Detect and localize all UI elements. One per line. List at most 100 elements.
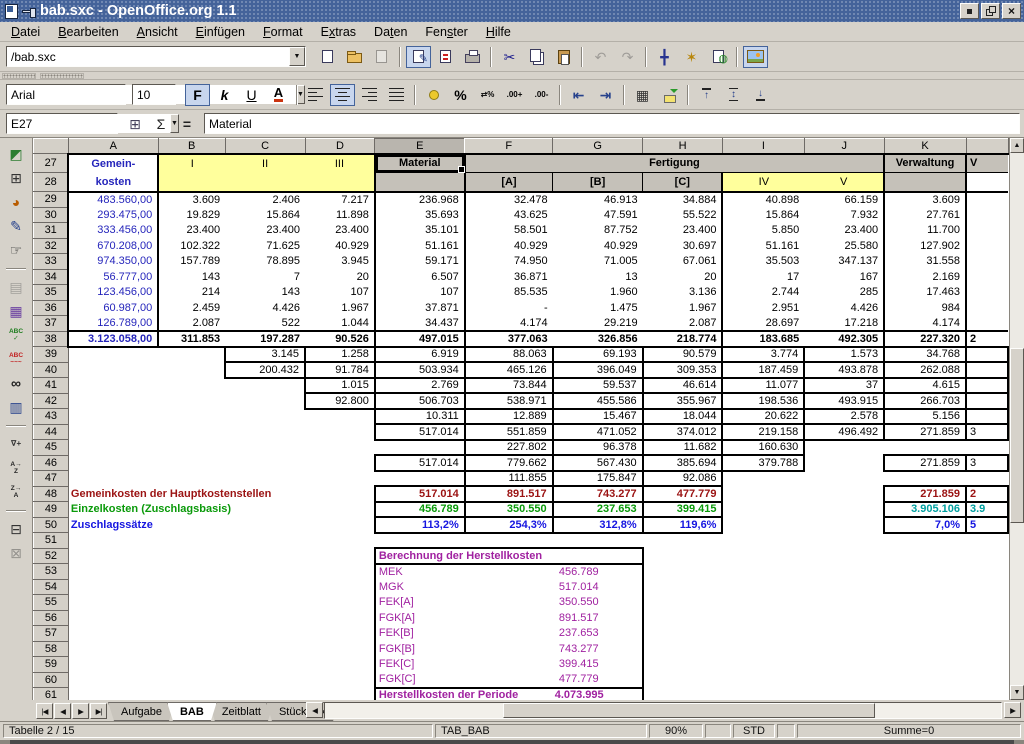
toolbar-tearoff-handle[interactable] xyxy=(2,73,36,79)
calc-value-FGKC[interactable]: 477.779 xyxy=(465,672,643,688)
open-icon[interactable] xyxy=(342,46,367,68)
column-header-L[interactable] xyxy=(966,139,1008,154)
tab-zeitblatt[interactable]: Zeitblatt xyxy=(209,702,274,721)
menu-item-einfgen[interactable]: Einfügen xyxy=(187,23,254,41)
cell-G28[interactable]: [B] xyxy=(553,173,643,192)
menu-item-datei[interactable]: Datei xyxy=(2,23,49,41)
autopilot-icon[interactable]: ✶ xyxy=(679,46,704,68)
cell-A32[interactable]: 670.208,00 xyxy=(68,238,158,254)
cell-G38[interactable]: 326.856 xyxy=(553,331,643,347)
cell-J31[interactable]: 23.400 xyxy=(804,223,884,239)
cells-empty-right-60[interactable] xyxy=(643,672,1008,688)
cell-C30[interactable]: 15.864 xyxy=(225,207,305,223)
menu-item-bearbeiten[interactable]: Bearbeiten xyxy=(49,23,127,41)
row-header-48[interactable]: 48 xyxy=(34,486,69,502)
align-justify-button[interactable] xyxy=(384,84,409,106)
calc-total-label[interactable]: Herstellkosten der Periode xyxy=(375,688,553,701)
cell-I48[interactable] xyxy=(722,486,804,502)
row-header-60[interactable]: 60 xyxy=(34,672,69,688)
cell-L41[interactable] xyxy=(966,378,1008,394)
cell-E27[interactable]: Material xyxy=(375,154,465,173)
cell-L33[interactable] xyxy=(966,254,1008,270)
cell-A27[interactable]: Gemein- xyxy=(68,154,158,173)
vertical-scrollbar[interactable]: ▲ ▼ xyxy=(1009,138,1024,700)
menu-item-extras[interactable]: Extras xyxy=(312,23,365,41)
cell-A28[interactable]: kosten xyxy=(68,173,158,192)
cell-L27[interactable]: V xyxy=(966,154,1008,173)
background-color-button[interactable] xyxy=(657,84,682,106)
cell-K45[interactable] xyxy=(884,440,966,456)
row-header-47[interactable]: 47 xyxy=(34,471,69,487)
cell-F39[interactable]: 88.063 xyxy=(465,347,553,363)
row-header-27[interactable]: 27 xyxy=(34,154,69,173)
toolbar-pin-handle[interactable] xyxy=(40,73,84,79)
calc-label-FEKC[interactable]: FEK[C] xyxy=(375,657,465,673)
row-label-48[interactable]: Gemeinkosten der Hauptkostenstellen xyxy=(68,486,374,502)
tab-bab[interactable]: BAB xyxy=(167,702,217,721)
calc-label-MGK[interactable]: MGK xyxy=(375,579,465,595)
cell-K33[interactable]: 31.558 xyxy=(884,254,966,270)
cell-E44[interactable]: 517.014 xyxy=(375,424,465,440)
cell-F42[interactable]: 538.971 xyxy=(465,393,553,409)
cell-B38[interactable]: 311.853 xyxy=(158,331,225,347)
export-pdf-icon[interactable] xyxy=(433,46,458,68)
equals-icon[interactable]: = xyxy=(175,114,199,134)
cell-B32[interactable]: 102.322 xyxy=(158,238,225,254)
cell-H50[interactable]: 119,6% xyxy=(643,517,723,533)
column-header-G[interactable]: G xyxy=(553,139,643,154)
cell-G44[interactable]: 471.052 xyxy=(553,424,643,440)
cell-H35[interactable]: 3.136 xyxy=(643,285,723,301)
calc-label-MEK[interactable]: MEK xyxy=(375,564,465,580)
cell-E32[interactable]: 51.161 xyxy=(375,238,465,254)
cell-G32[interactable]: 40.929 xyxy=(553,238,643,254)
row-header-29[interactable]: 29 xyxy=(34,192,69,208)
cell-J30[interactable]: 7.932 xyxy=(804,207,884,223)
grid-corner[interactable] xyxy=(34,139,69,154)
cell-K36[interactable]: 984 xyxy=(884,300,966,316)
cell-K30[interactable]: 27.761 xyxy=(884,207,966,223)
column-header-I[interactable]: I xyxy=(722,139,804,154)
cell-E43[interactable]: 10.311 xyxy=(375,409,465,425)
cell-C32[interactable]: 71.625 xyxy=(225,238,305,254)
cell-H42[interactable]: 355.967 xyxy=(643,393,723,409)
cells-empty-right-55[interactable] xyxy=(643,595,1008,611)
cell-G40[interactable]: 396.049 xyxy=(553,362,643,378)
cell-E34[interactable]: 6.507 xyxy=(375,269,465,285)
cell-D42[interactable]: 92.800 xyxy=(305,393,375,409)
cell-F35[interactable]: 85.535 xyxy=(465,285,553,301)
autospellcheck-icon[interactable]: ABC~~~ xyxy=(3,347,29,371)
cell-E28[interactable] xyxy=(375,173,465,192)
cell-G30[interactable]: 47.591 xyxy=(553,207,643,223)
cell-J49[interactable] xyxy=(804,502,884,518)
cell-F46[interactable]: 779.662 xyxy=(465,455,553,471)
cell-L47[interactable] xyxy=(966,471,1008,487)
calc-value-FGKB[interactable]: 743.277 xyxy=(465,641,643,657)
cell-E29[interactable]: 236.968 xyxy=(375,192,465,208)
cell-K42[interactable]: 266.703 xyxy=(884,393,966,409)
cell-J28[interactable]: V xyxy=(804,173,884,192)
cell-I37[interactable]: 28.697 xyxy=(722,316,804,332)
cell-J47[interactable] xyxy=(804,471,884,487)
row-header-52[interactable]: 52 xyxy=(34,548,69,564)
cell-B35[interactable]: 214 xyxy=(158,285,225,301)
cell-K43[interactable]: 5.156 xyxy=(884,409,966,425)
cell-F44[interactable]: 551.859 xyxy=(465,424,553,440)
cell-L36[interactable] xyxy=(966,300,1008,316)
cell-A30[interactable]: 293.475,00 xyxy=(68,207,158,223)
row-header-28[interactable]: 28 xyxy=(34,173,69,192)
cell-A38[interactable]: 3.123.058,00 xyxy=(68,331,158,347)
cell-J36[interactable]: 4.426 xyxy=(804,300,884,316)
insert-float-frame-icon[interactable]: ▤ xyxy=(3,275,29,299)
cells-empty-right-58[interactable] xyxy=(643,641,1008,657)
cell-H49[interactable]: 399.415 xyxy=(643,502,723,518)
cell-C37[interactable]: 522 xyxy=(225,316,305,332)
cell-I42[interactable]: 198.536 xyxy=(722,393,804,409)
vertical-scroll-thumb[interactable] xyxy=(1010,348,1024,523)
cell-E39[interactable]: 6.919 xyxy=(375,347,465,363)
cell-L37[interactable] xyxy=(966,316,1008,332)
calc-value-FGKA[interactable]: 891.517 xyxy=(465,610,643,626)
calc-value-FEKB[interactable]: 237.653 xyxy=(465,626,643,642)
cell-C27[interactable]: II xyxy=(225,154,305,173)
row-header-36[interactable]: 36 xyxy=(34,300,69,316)
cell-J34[interactable]: 167 xyxy=(804,269,884,285)
